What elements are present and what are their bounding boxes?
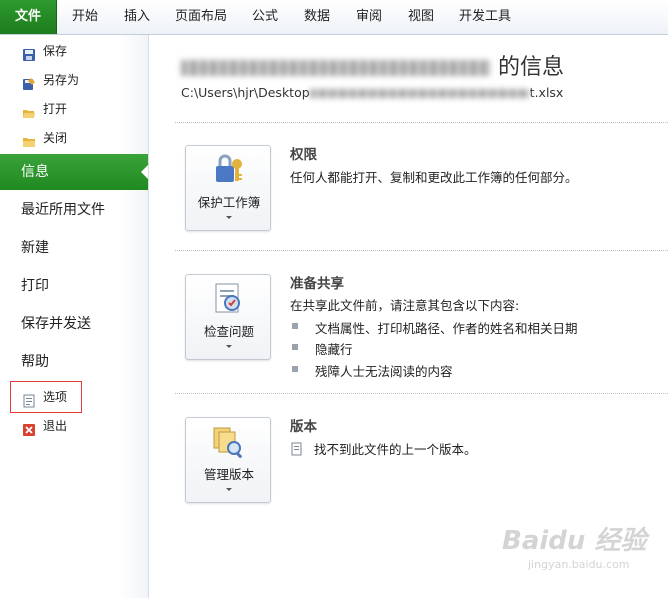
close-folder-icon	[22, 131, 36, 147]
nav-print[interactable]: 打印	[0, 268, 148, 304]
tab-data[interactable]: 数据	[294, 0, 340, 34]
save-as-icon	[22, 73, 36, 90]
open-folder-icon	[22, 102, 36, 118]
active-pointer	[141, 165, 148, 179]
nav-exit[interactable]: 退出	[0, 412, 148, 440]
section-title-versions: 版本	[290, 419, 317, 435]
save-icon	[22, 44, 36, 61]
nav-options[interactable]: 选项	[0, 383, 148, 411]
chevron-down-icon	[226, 216, 232, 219]
tab-view[interactable]: 视图	[398, 0, 444, 34]
redacted-path	[309, 89, 530, 98]
nav-new[interactable]: 新建	[0, 230, 148, 266]
info-panel: 的信息 C:\Users\hjr\Desktop t.xlsx 保护工作簿 权限 …	[149, 35, 668, 598]
tab-developer[interactable]: 开发工具	[452, 0, 518, 34]
nav-recent[interactable]: 最近所用文件	[0, 192, 148, 228]
baidu-watermark: Baidu 经验 jingyan.baidu.com	[502, 526, 647, 571]
exit-icon	[22, 419, 36, 436]
nav-info[interactable]: 信息	[0, 154, 148, 190]
ribbon-tab-bar: 文件 开始 插入 页面布局 公式 数据 审阅 视图 开发工具	[0, 0, 668, 35]
tab-home[interactable]: 开始	[62, 0, 108, 34]
check-for-issues-button[interactable]: 检查问题	[185, 274, 271, 360]
document-icon	[290, 442, 304, 459]
page-title: 的信息	[181, 49, 564, 81]
section-title-permissions: 权限	[290, 147, 317, 163]
protect-workbook-button[interactable]: 保护工作簿	[185, 145, 271, 231]
options-icon	[22, 390, 36, 408]
nav-help[interactable]: 帮助	[0, 344, 148, 380]
section-title-prepare: 准备共享	[290, 276, 344, 292]
nav-open[interactable]: 打开	[0, 95, 148, 123]
file-path: C:\Users\hjr\Desktop t.xlsx	[181, 85, 564, 100]
nav-save-as[interactable]: 另存为	[0, 66, 148, 94]
chevron-down-icon	[226, 488, 232, 491]
tab-page-layout[interactable]: 页面布局	[168, 0, 234, 34]
chevron-down-icon	[226, 345, 232, 348]
divider	[175, 122, 668, 123]
nav-save[interactable]: 保存	[0, 37, 148, 65]
tab-file[interactable]: 文件	[0, 0, 57, 34]
divider	[175, 250, 668, 251]
versions-icon	[210, 424, 246, 460]
tab-review[interactable]: 审阅	[346, 0, 392, 34]
section-desc-versions: 找不到此文件的上一个版本。	[290, 439, 477, 459]
divider	[175, 393, 668, 394]
manage-versions-button[interactable]: 管理版本	[185, 417, 271, 503]
inspect-document-icon	[210, 281, 246, 317]
nav-save-and-send[interactable]: 保存并发送	[0, 306, 148, 342]
redacted-filename	[181, 60, 491, 76]
tab-formulas[interactable]: 公式	[242, 0, 288, 34]
section-desc-permissions: 任何人都能打开、复制和更改此工作簿的任何部分。	[290, 170, 578, 185]
tab-insert[interactable]: 插入	[114, 0, 160, 34]
backstage-nav: 保存 另存为 打开 关闭 信息 最近所用文件 新建 打印 保存并发送 帮助 选项…	[0, 35, 149, 598]
section-desc-prepare: 在共享此文件前，请注意其包含以下内容:	[290, 298, 520, 313]
nav-close[interactable]: 关闭	[0, 124, 148, 152]
lock-keys-icon	[210, 152, 246, 188]
